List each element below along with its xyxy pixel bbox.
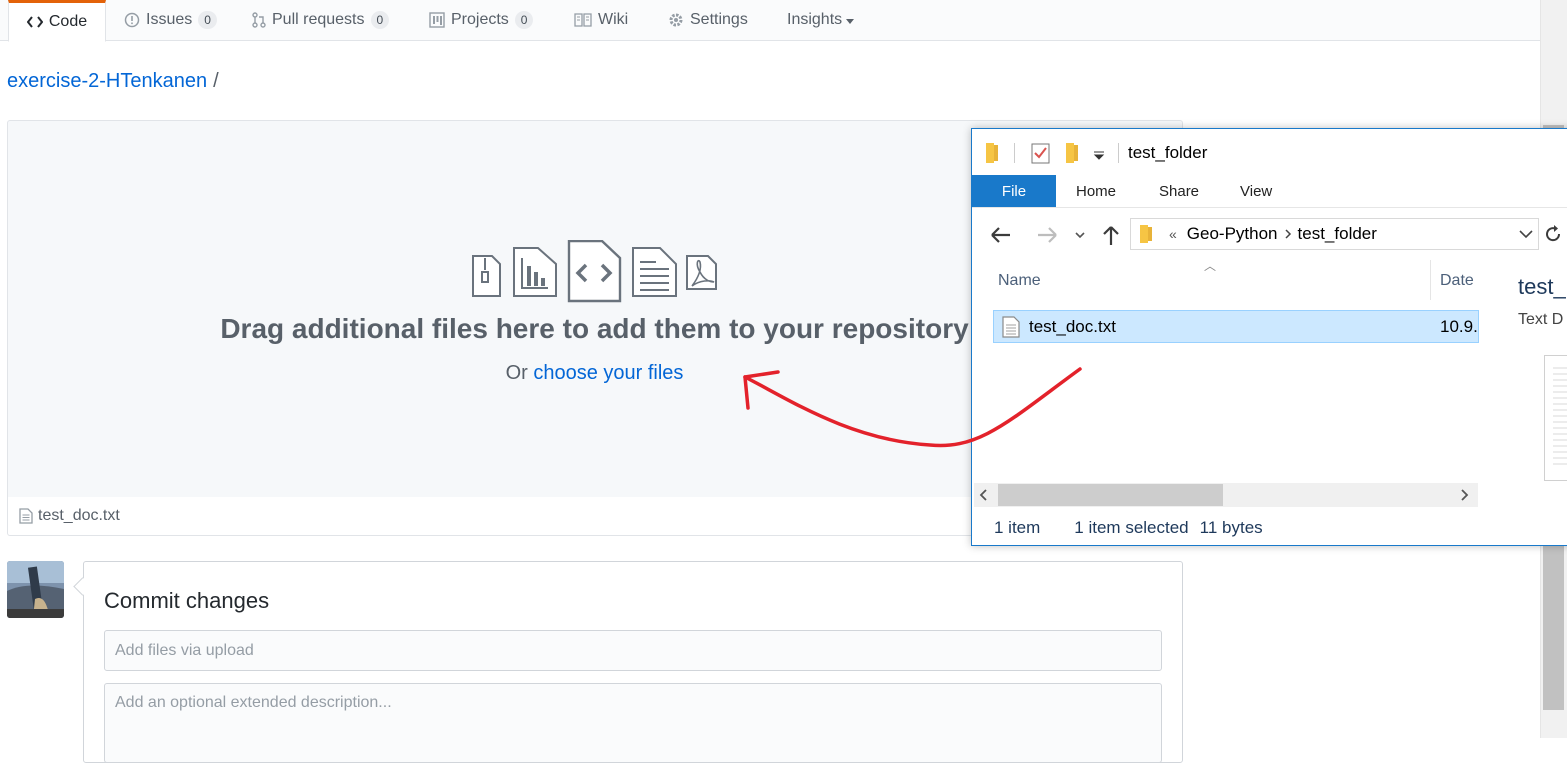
tab-label: Pull requests [272, 11, 365, 28]
toolbar-dropdown-icon [1093, 151, 1105, 160]
tab-settings[interactable]: Settings [668, 0, 748, 40]
ribbon-tab-view[interactable]: View [1240, 175, 1272, 207]
avatar[interactable] [7, 561, 64, 618]
explorer-title: test_folder [1128, 143, 1208, 162]
file-text-icon [19, 508, 33, 524]
gear-icon [669, 13, 683, 27]
folder-icon [1140, 225, 1152, 243]
status-size: 11 bytes [1199, 518, 1263, 537]
back-arrow-icon [991, 227, 1010, 243]
commit-description-input[interactable] [104, 683, 1162, 763]
code-file-icon [567, 240, 622, 303]
address-bar[interactable]: « Geo-Python test_folder [1130, 218, 1539, 250]
text-file-icon [632, 247, 677, 297]
recent-locations-chevron-icon [1075, 232, 1085, 239]
projects-counter: 0 [514, 11, 534, 29]
scroll-left-icon[interactable] [977, 488, 991, 502]
tab-label: Code [48, 13, 88, 30]
address-segment-geo-python[interactable]: Geo-Python [1187, 224, 1278, 244]
ribbon-tab-file[interactable]: File [972, 175, 1056, 207]
column-header-date[interactable]: Date [1440, 272, 1474, 290]
address-overflow-icon[interactable]: « [1169, 226, 1177, 242]
ribbon-tab-share[interactable]: Share [1159, 175, 1199, 207]
quick-access-toolbar [986, 143, 1119, 164]
preview-title: test_ [1518, 274, 1566, 299]
forward-arrow-icon [1038, 227, 1057, 243]
chart-file-icon [513, 247, 557, 297]
tab-code[interactable]: Code [8, 0, 106, 42]
ribbon-tab-home[interactable]: Home [1076, 175, 1116, 207]
address-dropdown-icon[interactable] [1516, 227, 1536, 241]
refresh-icon[interactable] [1542, 223, 1564, 245]
column-header-name[interactable]: Name [998, 272, 1041, 290]
file-date: 10.9. [1440, 317, 1478, 336]
issues-counter: 0 [198, 11, 217, 29]
uploaded-file-name: test_doc.txt [38, 507, 120, 524]
scroll-right-icon[interactable] [1457, 488, 1471, 502]
status-bar: 1 item 1 item selected 11 bytes [972, 513, 1567, 543]
chevron-down-icon [846, 18, 855, 24]
breadcrumb: exercise-2-HTenkanen / [7, 70, 219, 93]
folder-icon [986, 143, 998, 163]
sort-ascending-icon: ︿ [1204, 259, 1217, 273]
project-icon [429, 12, 445, 28]
zip-file-icon [472, 255, 501, 297]
drop-zone-or-text: Or [505, 362, 528, 384]
up-arrow-icon [1103, 226, 1119, 245]
file-types-icon-group [472, 240, 717, 303]
status-item-count: 1 item [994, 518, 1041, 537]
tab-label: Settings [690, 11, 748, 28]
tab-label: Issues [146, 11, 193, 28]
commit-title: Commit changes [104, 588, 270, 613]
tab-label: Insights [787, 11, 843, 28]
book-icon [574, 13, 592, 27]
repo-link[interactable]: exercise-2-HTenkanen [7, 70, 207, 92]
properties-icon [1031, 143, 1050, 164]
new-folder-icon [1066, 143, 1078, 163]
tab-wiki[interactable]: Wiki [574, 0, 628, 40]
preview-type: Text D [1518, 311, 1564, 328]
file-name: test_doc.txt [1029, 316, 1116, 336]
status-selected: 1 item selected [1074, 518, 1189, 537]
avatar-photo [7, 561, 64, 618]
repo-nav [0, 0, 1540, 41]
pdf-file-icon [686, 255, 717, 290]
breadcrumb-separator: / [213, 70, 219, 92]
horizontal-scrollbar-thumb[interactable] [998, 484, 1223, 506]
tab-issues[interactable]: Issues 0 [124, 0, 217, 40]
tab-label: Projects [451, 11, 509, 28]
column-divider[interactable] [1430, 260, 1431, 300]
address-segment-test-folder[interactable]: test_folder [1298, 224, 1377, 244]
tab-insights[interactable]: Insights [787, 0, 855, 40]
tab-label: Wiki [598, 11, 629, 28]
preview-thumbnail [1544, 355, 1567, 481]
tab-projects[interactable]: Projects 0 [429, 0, 534, 40]
pull-requests-counter: 0 [370, 11, 390, 29]
document-preview-lines [1553, 367, 1567, 465]
uploaded-file-item: test_doc.txt [19, 507, 120, 525]
nav-buttons [991, 226, 1119, 245]
explorer-window[interactable]: test_folder File Home Share View « Geo-P… [971, 128, 1567, 546]
pull-request-icon [252, 12, 266, 28]
file-row-selected[interactable]: test_doc.txt [993, 310, 1479, 343]
column-header-row [972, 260, 1479, 303]
text-file-icon [1002, 315, 1020, 338]
issue-icon [124, 12, 140, 28]
chevron-right-icon[interactable] [1278, 227, 1298, 241]
choose-files-link[interactable]: choose your files [533, 362, 683, 384]
tab-pull-requests[interactable]: Pull requests 0 [252, 0, 390, 40]
code-icon [26, 16, 43, 28]
commit-summary-input[interactable] [104, 630, 1162, 671]
